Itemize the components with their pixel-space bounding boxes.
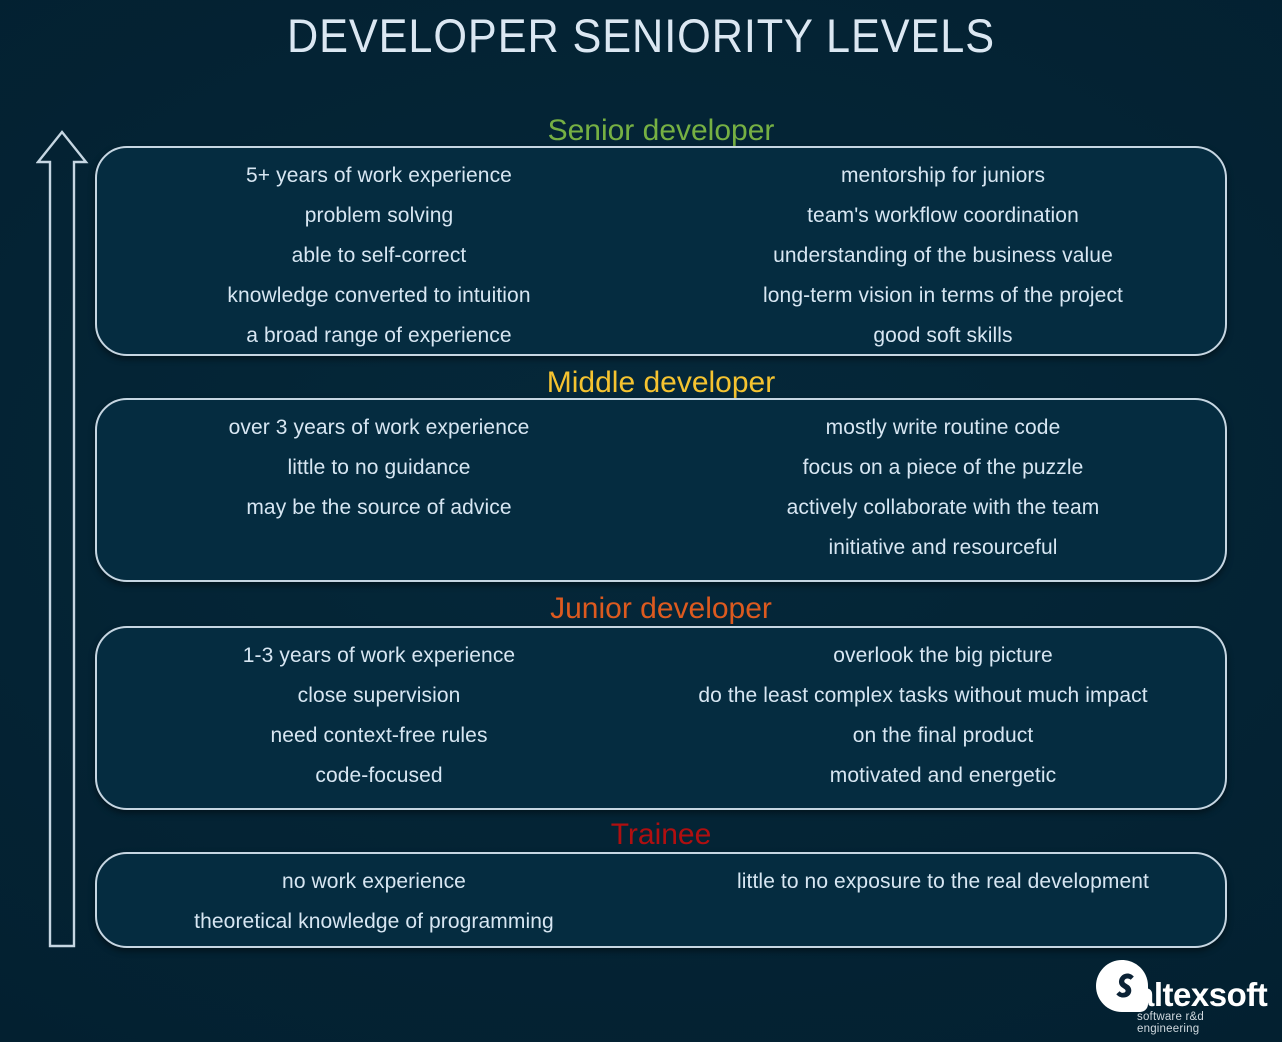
list-item: able to self-correct xyxy=(291,244,467,267)
tier-heading-senior: Senior developer xyxy=(547,114,775,147)
list-item: overlook the big picture xyxy=(833,644,1053,667)
list-item: knowledge converted to intuition xyxy=(227,284,531,307)
list-item: 5+ years of work experience xyxy=(246,164,512,187)
list-item: focus on a piece of the puzzle xyxy=(802,456,1084,479)
tier-junior-right-column: overlook the big picture do the least co… xyxy=(661,628,1225,808)
page-title: DEVELOPER SENIORITY LEVELS xyxy=(286,9,995,62)
tier-senior-right-column: mentorship for juniors team's workflow c… xyxy=(661,148,1225,354)
infographic-canvas: DEVELOPER SENIORITY LEVELS Senior develo… xyxy=(0,0,1282,1042)
tier-senior-left-column: 5+ years of work experience problem solv… xyxy=(97,148,661,354)
tier-trainee-right-column: little to no exposure to the real develo… xyxy=(661,854,1225,946)
list-item: team's workflow coordination xyxy=(807,204,1079,227)
tier-heading-middle: Middle developer xyxy=(546,366,776,399)
list-item: do the least complex tasks without much … xyxy=(698,684,1148,707)
list-item: may be the source of advice xyxy=(246,496,512,519)
list-item: long-term vision in terms of the project xyxy=(763,284,1123,307)
tier-box-senior: 5+ years of work experience problem solv… xyxy=(95,146,1227,356)
brand-name: altexsoft xyxy=(1136,976,1268,1013)
list-item: over 3 years of work experience xyxy=(228,416,530,439)
list-item: a broad range of experience xyxy=(246,324,512,347)
brand-logo: altexsoft software r&d engineering xyxy=(1088,960,1268,1034)
tier-trainee-left-column: no work experience theoretical knowledge… xyxy=(97,854,661,946)
list-item: on the final product xyxy=(852,724,1034,747)
list-item: no work experience xyxy=(282,870,466,893)
list-item: understanding of the business value xyxy=(773,244,1113,267)
tier-box-trainee: no work experience theoretical knowledge… xyxy=(95,852,1227,948)
list-item: 1-3 years of work experience xyxy=(242,644,516,667)
list-item: good soft skills xyxy=(873,324,1013,347)
brand-tagline: software r&d engineering xyxy=(1137,1011,1204,1035)
upward-progression-arrow xyxy=(36,130,92,950)
list-item: code-focused xyxy=(315,764,443,787)
list-item: theoretical knowledge of programming xyxy=(194,910,554,933)
list-item: actively collaborate with the team xyxy=(786,496,1100,519)
tier-heading-junior: Junior developer xyxy=(550,592,772,625)
tier-middle-right-column: mostly write routine code focus on a pie… xyxy=(661,400,1225,580)
list-item: close supervision xyxy=(297,684,461,707)
list-item: motivated and energetic xyxy=(829,764,1057,787)
list-item: little to no exposure to the real develo… xyxy=(737,870,1149,893)
tier-box-junior: 1-3 years of work experience close super… xyxy=(95,626,1227,810)
arrow-icon xyxy=(36,130,92,950)
tier-middle-left-column: over 3 years of work experience little t… xyxy=(97,400,661,580)
tier-box-middle: over 3 years of work experience little t… xyxy=(95,398,1227,582)
tier-heading-trainee: Trainee xyxy=(610,818,712,851)
list-item: little to no guidance xyxy=(287,456,471,479)
tier-junior-left-column: 1-3 years of work experience close super… xyxy=(97,628,661,808)
list-item: need context-free rules xyxy=(270,724,488,747)
list-item: initiative and resourceful xyxy=(828,536,1058,559)
list-item: mentorship for juniors xyxy=(840,164,1046,187)
list-item: mostly write routine code xyxy=(825,416,1061,439)
list-item: problem solving xyxy=(304,204,454,227)
